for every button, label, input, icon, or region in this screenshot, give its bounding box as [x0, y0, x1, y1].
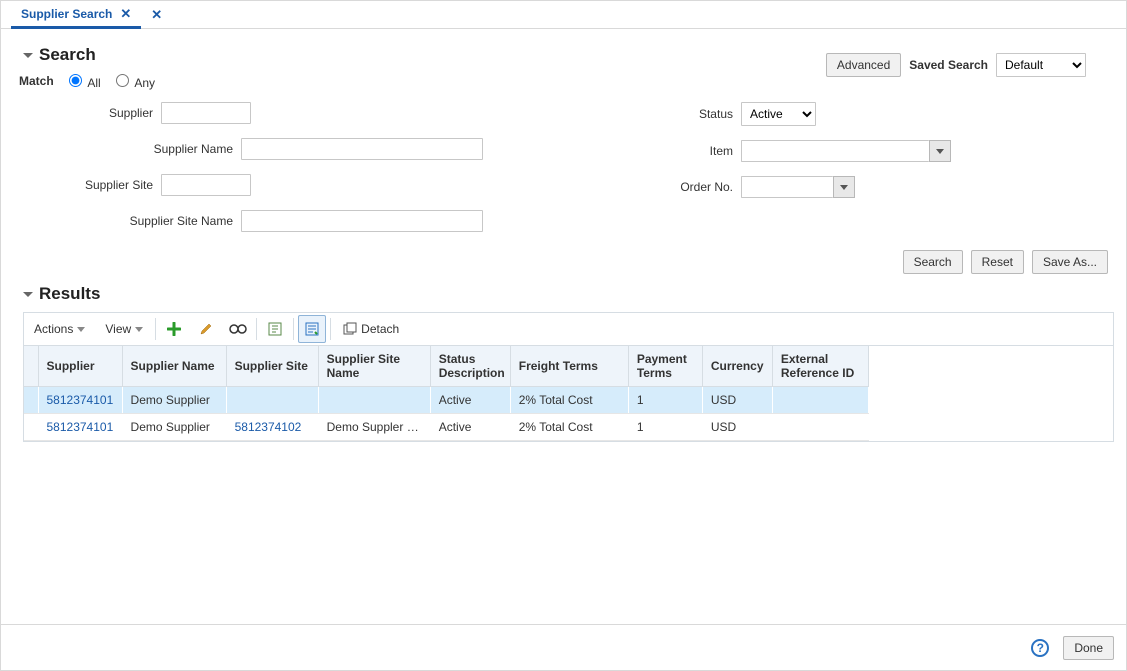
export-icon[interactable]: [261, 315, 289, 343]
save-as-button[interactable]: Save As...: [1032, 250, 1108, 274]
saved-search-label: Saved Search: [909, 58, 988, 72]
separator: [155, 318, 156, 340]
match-all-radio[interactable]: All: [64, 71, 101, 90]
match-any-radio[interactable]: Any: [111, 71, 155, 90]
close-all-tabs-icon[interactable]: ✕: [151, 7, 162, 23]
search-title: Search: [39, 45, 96, 65]
separator: [330, 318, 331, 340]
tab-bar: Supplier Search ✕ ✕: [1, 1, 1126, 29]
table-row[interactable]: 5812374101 Demo Supplier 5812374102 Demo…: [24, 414, 869, 441]
view-icon[interactable]: [224, 315, 252, 343]
col-supplier-site[interactable]: Supplier Site: [226, 346, 318, 387]
supplier-site-name-input[interactable]: [241, 210, 483, 232]
main-scroll[interactable]: Search Advanced Saved Search Default Mat…: [1, 29, 1126, 624]
supplier-link[interactable]: 5812374101: [47, 393, 114, 407]
col-supplier-name[interactable]: Supplier Name: [122, 346, 226, 387]
tab-supplier-search[interactable]: Supplier Search ✕: [11, 1, 141, 29]
col-supplier-site-name[interactable]: Supplier Site Name: [318, 346, 430, 387]
supplier-site-link[interactable]: 5812374102: [235, 420, 302, 434]
app-window: Supplier Search ✕ ✕ Search Advanced Save…: [0, 0, 1127, 671]
col-payment[interactable]: Payment Terms: [628, 346, 702, 387]
supplier-site-input[interactable]: [161, 174, 251, 196]
field-order-no: Order No.: [603, 176, 1033, 198]
row-handle[interactable]: [24, 414, 38, 441]
separator: [293, 318, 294, 340]
advanced-button[interactable]: Advanced: [826, 53, 901, 77]
detach-button[interactable]: Detach: [333, 313, 409, 345]
add-icon[interactable]: [160, 315, 188, 343]
status-select[interactable]: Active: [741, 102, 816, 126]
actions-menu[interactable]: Actions: [24, 313, 95, 345]
supplier-input[interactable]: [161, 102, 251, 124]
match-label: Match: [19, 74, 54, 88]
col-supplier[interactable]: Supplier: [38, 346, 122, 387]
form-col-left: Supplier Supplier Name Supplier Site: [23, 102, 483, 232]
col-ext-ref[interactable]: External Reference ID: [772, 346, 868, 387]
row-handle[interactable]: [24, 387, 38, 414]
field-supplier-site: Supplier Site: [23, 174, 483, 196]
results-title: Results: [39, 284, 100, 304]
order-no-combo: [741, 176, 855, 198]
reset-button[interactable]: Reset: [971, 250, 1024, 274]
search-actions: Search Reset Save As...: [23, 250, 1108, 274]
field-supplier-name: Supplier Name: [23, 138, 483, 160]
supplier-link[interactable]: 5812374101: [47, 420, 114, 434]
separator: [256, 318, 257, 340]
order-no-input[interactable]: [741, 176, 833, 198]
field-supplier: Supplier: [23, 102, 483, 124]
footer: ? Done: [1, 624, 1126, 670]
results-table: Supplier Supplier Name Supplier Site Sup…: [23, 346, 1114, 442]
wrap-icon[interactable]: [298, 315, 326, 343]
col-currency[interactable]: Currency: [702, 346, 772, 387]
tab-close-icon[interactable]: ✕: [120, 6, 131, 22]
detach-icon: [343, 322, 357, 336]
table-row[interactable]: 5812374101 Demo Supplier Active 2% Total…: [24, 387, 869, 414]
item-dropdown-icon[interactable]: [929, 140, 951, 162]
supplier-name-input[interactable]: [241, 138, 483, 160]
search-form: Supplier Supplier Name Supplier Site: [23, 102, 1114, 232]
search-panel: Search Advanced Saved Search Default Mat…: [23, 45, 1114, 274]
edit-icon[interactable]: [192, 315, 220, 343]
form-col-right: Status Active Item: [603, 102, 1033, 232]
row-handle-header: [24, 346, 38, 387]
saved-search-select[interactable]: Default: [996, 53, 1086, 77]
search-button[interactable]: Search: [903, 250, 963, 274]
search-top-controls: Advanced Saved Search Default: [826, 53, 1086, 77]
table-header-row: Supplier Supplier Name Supplier Site Sup…: [24, 346, 869, 387]
results-panel: Results Actions View: [23, 284, 1114, 602]
col-status[interactable]: Status Description: [430, 346, 510, 387]
field-supplier-site-name: Supplier Site Name: [23, 210, 483, 232]
field-status: Status Active: [603, 102, 1033, 126]
col-freight[interactable]: Freight Terms: [510, 346, 628, 387]
order-no-dropdown-icon[interactable]: [833, 176, 855, 198]
done-button[interactable]: Done: [1063, 636, 1114, 660]
tab-title: Supplier Search: [21, 7, 112, 21]
field-item: Item: [603, 140, 1033, 162]
disclosure-icon[interactable]: [23, 53, 33, 58]
item-combo: [741, 140, 951, 162]
help-icon[interactable]: ?: [1031, 639, 1049, 657]
disclosure-icon[interactable]: [23, 292, 33, 297]
results-toolbar: Actions View: [23, 312, 1114, 346]
item-input[interactable]: [741, 140, 929, 162]
results-header: Results: [23, 284, 1114, 304]
view-menu[interactable]: View: [95, 313, 153, 345]
